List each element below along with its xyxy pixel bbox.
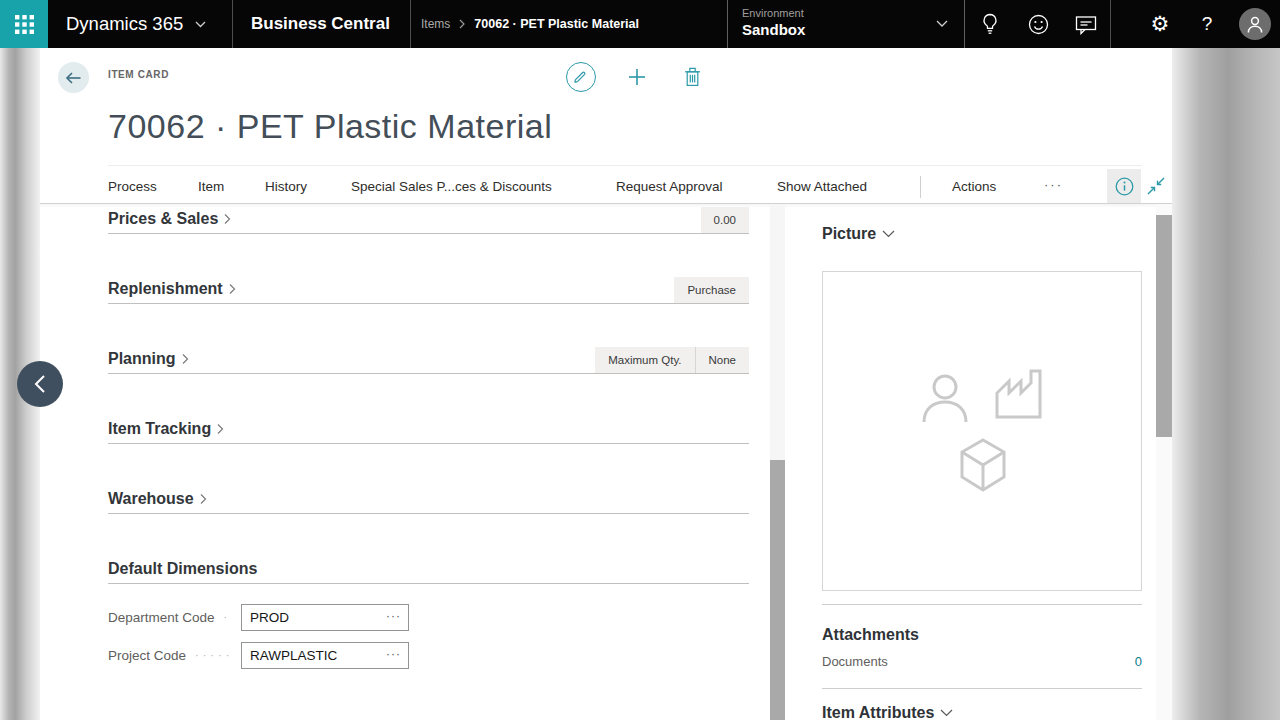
section-divider — [108, 513, 749, 514]
user-avatar[interactable] — [1239, 8, 1271, 40]
chevron-right-icon — [224, 213, 231, 225]
topbar-divider — [232, 0, 233, 48]
section-divider — [108, 303, 749, 304]
breadcrumb-current-page: 70062 · PET Plastic Material — [474, 17, 639, 31]
chevron-down-icon — [195, 21, 206, 28]
cube-icon — [957, 437, 1009, 493]
dynamics365-app-switcher[interactable]: Dynamics 365 — [66, 0, 206, 48]
menu-tab-request-approval[interactable]: Request Approval — [616, 179, 723, 194]
section-warehouse[interactable]: Warehouse — [108, 489, 207, 508]
left-pane-scrollbar-thumb[interactable] — [770, 460, 785, 720]
section-item-tracking[interactable]: Item Tracking — [108, 419, 224, 438]
help-question-icon[interactable]: ? — [1194, 0, 1220, 48]
department-code-field[interactable]: PROD ··· — [241, 604, 409, 631]
topbar-divider — [1110, 0, 1111, 48]
section-divider — [108, 373, 749, 374]
project-code-field[interactable]: RAWPLASTIC ··· — [241, 642, 409, 669]
section-divider — [108, 443, 749, 444]
section-prices-and-sales[interactable]: Prices & Sales — [108, 209, 231, 228]
badge-reordering-policy: Maximum Qty. — [595, 347, 694, 373]
menu-tab-item[interactable]: Item — [198, 179, 224, 194]
collapse-factbox-icon[interactable] — [1145, 175, 1167, 197]
menu-tab-special-sales[interactable]: Special Sales P...ces & Discounts — [351, 179, 552, 194]
chevron-left-icon — [34, 374, 46, 394]
tour-lightbulb-icon[interactable] — [978, 12, 1002, 36]
screen: Dynamics 365 Business Central Items 7006… — [0, 0, 1280, 720]
department-code-label: Department Code· — [108, 609, 235, 625]
section-replenishment[interactable]: Replenishment — [108, 279, 236, 298]
card-type-label: ITEM CARD — [108, 69, 169, 80]
chevron-right-icon — [217, 423, 224, 435]
section-divider — [108, 583, 749, 584]
chevron-down-icon — [936, 20, 948, 28]
top-navigation-bar: Dynamics 365 Business Central Items 7006… — [0, 0, 1280, 48]
chevron-right-icon — [182, 353, 189, 365]
topbar-divider — [410, 0, 411, 48]
environment-picker[interactable]: Environment Sandbox — [727, 0, 965, 48]
settings-gear-icon[interactable]: ⚙ — [1148, 12, 1172, 36]
chevron-right-icon — [459, 19, 465, 29]
factbox-divider — [822, 688, 1142, 689]
app-name: Dynamics 365 — [66, 13, 183, 35]
factory-icon — [993, 367, 1047, 419]
chevron-right-icon — [200, 493, 207, 505]
breadcrumb: Items 70062 · PET Plastic Material — [421, 0, 639, 48]
section-badges: Purchase — [674, 277, 749, 303]
back-arrow-button[interactable] — [58, 62, 89, 93]
badge-tracking-policy: None — [695, 347, 750, 373]
feedback-message-icon[interactable] — [1074, 12, 1098, 36]
environment-value: Sandbox — [742, 21, 805, 38]
background-right-gutter — [1172, 48, 1280, 720]
collapse-list-pane-button[interactable] — [17, 361, 63, 407]
feedback-smiley-icon[interactable] — [1026, 12, 1050, 36]
product-name: Business Central — [251, 0, 390, 48]
factbox-divider — [822, 604, 1142, 605]
chevron-down-icon — [940, 709, 953, 717]
person-icon — [919, 371, 971, 424]
documents-count-link[interactable]: 0 — [1100, 654, 1142, 669]
ribbon-divider — [920, 176, 921, 198]
project-code-label: Project Code····· — [108, 647, 235, 663]
more-options-ellipsis[interactable]: ··· — [1044, 177, 1063, 192]
section-default-dimensions: Default Dimensions — [108, 559, 257, 578]
pencil-icon — [574, 70, 589, 85]
badge-unit-price: 0.00 — [701, 207, 749, 233]
edit-button[interactable] — [566, 62, 596, 92]
documents-label: Documents — [822, 654, 888, 669]
menu-tab-process[interactable]: Process — [108, 179, 157, 194]
chevron-down-icon — [882, 230, 895, 238]
app-launcher-waffle-icon[interactable] — [0, 0, 48, 48]
factbox-scrollbar-thumb[interactable] — [1156, 215, 1172, 437]
factbox-picture-header[interactable]: Picture — [822, 224, 895, 243]
section-badges: 0.00 — [701, 207, 749, 233]
badge-replenishment-system: Purchase — [674, 277, 749, 303]
factbox-attachments-header: Attachments — [822, 625, 919, 644]
department-code-assist-edit[interactable]: ··· — [386, 605, 401, 628]
menu-tab-show-attached[interactable]: Show Attached — [777, 179, 867, 194]
environment-label: Environment — [742, 7, 804, 19]
section-divider — [108, 233, 749, 234]
info-icon — [1115, 177, 1134, 196]
section-badges: Maximum Qty. None — [595, 347, 749, 373]
new-plus-button[interactable] — [628, 68, 646, 86]
menu-tab-history[interactable]: History — [265, 179, 307, 194]
item-picture-placeholder[interactable] — [822, 271, 1142, 591]
breadcrumb-items-link[interactable]: Items — [421, 17, 450, 31]
page-title: 70062 · PET Plastic Material — [108, 106, 552, 146]
menu-tab-actions[interactable]: Actions — [952, 179, 996, 194]
project-code-value: RAWPLASTIC — [250, 643, 337, 668]
delete-trash-button[interactable] — [684, 67, 701, 87]
ribbon-shadow — [40, 204, 1172, 208]
project-code-assist-edit[interactable]: ··· — [386, 643, 401, 666]
chevron-right-icon — [229, 283, 236, 295]
info-button[interactable] — [1107, 169, 1141, 203]
arrow-left-icon — [65, 71, 82, 85]
section-planning[interactable]: Planning — [108, 349, 189, 368]
department-code-value: PROD — [250, 605, 289, 630]
ribbon-top-border — [108, 165, 1142, 166]
factbox-item-attributes-header[interactable]: Item Attributes — [822, 703, 953, 720]
